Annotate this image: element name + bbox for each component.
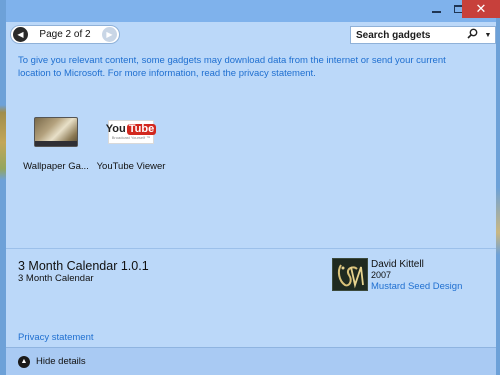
minimize-button[interactable] (424, 0, 448, 18)
search-input[interactable]: Search gadgets (351, 30, 467, 41)
gadget-label: Wallpaper Ga... (23, 161, 89, 172)
youtube-logo-tube: Tube (126, 123, 157, 135)
title-bar: ✕ (6, 0, 500, 22)
chevron-down-icon[interactable]: ▼ (481, 32, 495, 39)
details-divider (6, 248, 496, 249)
privacy-notice: To give you relevant content, some gadge… (18, 55, 446, 79)
chevron-up-icon[interactable]: ▲ (18, 355, 30, 368)
minimize-icon (431, 11, 441, 13)
youtube-tagline: Broadcast Yourself ™ (111, 135, 151, 140)
close-button[interactable]: ✕ (462, 0, 500, 18)
page-navigator: ◀ Page 2 of 2 ▶ (10, 25, 120, 44)
gadget-detail-subtitle: 3 Month Calendar (18, 273, 94, 284)
search-icon[interactable] (467, 28, 481, 42)
details-footer: ▲ Hide details (6, 347, 496, 375)
desktop-background-right (496, 0, 500, 375)
chevron-right-icon[interactable]: ▶ (102, 27, 117, 42)
gadget-label: YouTube Viewer (96, 161, 166, 172)
chevron-left-icon[interactable]: ◀ (13, 27, 28, 42)
gadget-gallery: ◀ Page 2 of 2 ▶ Search gadgets ▼ To give… (6, 22, 496, 347)
publisher-link[interactable]: Mustard Seed Design (371, 281, 462, 292)
wallpaper-thumbnail (34, 117, 78, 147)
gadget-detail-title: 3 Month Calendar 1.0.1 (18, 259, 149, 273)
page-indicator: Page 2 of 2 (39, 29, 91, 40)
close-icon: ✕ (475, 1, 487, 16)
mustard-seed-logo (332, 258, 368, 291)
youtube-logo-you: You (105, 123, 126, 135)
author-name: David Kittell (371, 259, 424, 270)
gadget-wallpaper[interactable]: Wallpaper Ga... (20, 117, 92, 172)
hide-details-button[interactable]: Hide details (36, 356, 86, 367)
publish-year: 2007 (371, 270, 392, 280)
youtube-thumbnail: You Tube Broadcast Yourself ™ (105, 120, 157, 144)
privacy-statement-link[interactable]: Privacy statement (18, 332, 94, 343)
gadget-youtube-viewer[interactable]: You Tube Broadcast Yourself ™ YouTube Vi… (95, 117, 167, 172)
search-box[interactable]: Search gadgets ▼ (350, 26, 496, 44)
